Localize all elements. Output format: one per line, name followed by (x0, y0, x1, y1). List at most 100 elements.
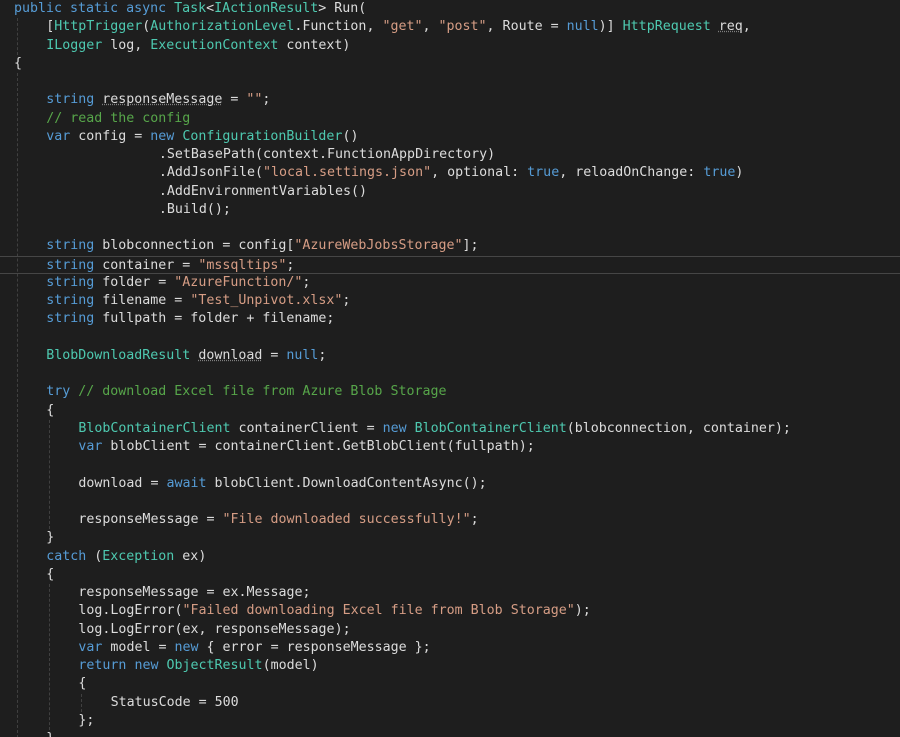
code-token: .Function, (294, 19, 382, 34)
code-token: ex) (174, 549, 206, 564)
keyword-token: null (286, 348, 318, 363)
code-line[interactable]: ILogger log, ExecutionContext context) (46, 37, 350, 55)
code-line[interactable]: responseMessage = ex.Message; (78, 584, 310, 602)
keyword-token: var (78, 439, 102, 454)
code-token: model = (102, 640, 174, 655)
code-token: () (342, 129, 358, 144)
code-line[interactable]: .SetBasePath(context.FunctionAppDirector… (159, 146, 495, 164)
string-token: "" (246, 92, 262, 107)
code-token: = (262, 348, 286, 363)
comment-token: // download Excel file from Azure Blob S… (78, 384, 446, 399)
code-line[interactable]: string fullpath = folder + filename; (46, 310, 334, 328)
code-editor[interactable]: public static async Task<IActionResult> … (0, 0, 900, 737)
code-token: StatusCode = 500 (111, 695, 239, 710)
code-line[interactable]: } (46, 529, 54, 547)
code-line[interactable]: var blobClient = containerClient.GetBlob… (78, 438, 534, 456)
code-line[interactable]: BlobDownloadResult download = null; (46, 347, 326, 365)
code-line[interactable]: .Build(); (159, 201, 231, 219)
keyword-token: string (46, 258, 94, 273)
keyword-token: true (527, 165, 559, 180)
code-token: log.LogError( (78, 603, 182, 618)
type-token: AuthorizationLevel (150, 19, 294, 34)
code-line[interactable]: var model = new { error = responseMessag… (78, 639, 430, 657)
code-line[interactable]: log.LogError("Failed downloading Excel f… (78, 602, 590, 620)
code-line[interactable]: BlobContainerClient containerClient = ne… (78, 420, 791, 438)
code-line[interactable]: }; (78, 712, 94, 730)
string-token: "AzureFunction/" (174, 275, 302, 290)
code-line[interactable]: catch (Exception ex) (46, 548, 206, 566)
code-token: > Run( (318, 1, 366, 16)
type-token: BlobContainerClient (78, 421, 230, 436)
type-token: HttpTrigger (54, 19, 142, 34)
indent-guide (81, 694, 82, 712)
type-token: BlobDownloadResult (46, 348, 190, 363)
indent-guide (17, 73, 18, 737)
keyword-token: var (78, 640, 102, 655)
code-line[interactable]: .AddJsonFile("local.settings.json", opti… (159, 164, 743, 182)
code-token: ; (262, 92, 270, 107)
code-token: blobClient = containerClient.GetBlobClie… (102, 439, 534, 454)
keyword-token: new (150, 129, 174, 144)
code-line[interactable]: [HttpTrigger(AuthorizationLevel.Function… (46, 18, 751, 36)
code-line[interactable]: string responseMessage = ""; (46, 91, 270, 109)
code-line[interactable]: responseMessage = "File downloaded succe… (78, 511, 478, 529)
string-token: "local.settings.json" (263, 165, 431, 180)
indent-guide (49, 584, 50, 730)
code-token: (blobconnection, container); (567, 421, 791, 436)
keyword-token: public static async (14, 1, 174, 16)
code-token: ; (302, 275, 310, 290)
code-line[interactable]: { (14, 55, 22, 73)
code-token: }; (78, 713, 94, 728)
string-token: "Test_Unpivot.xlsx" (190, 293, 342, 308)
code-token: .AddEnvironmentVariables() (159, 184, 367, 199)
keyword-token: string (46, 238, 94, 253)
code-token: , (743, 19, 751, 34)
code-token: blobconnection = config[ (94, 238, 294, 253)
keyword-token: await (166, 476, 206, 491)
code-token: ]; (463, 238, 479, 253)
code-line[interactable]: string blobconnection = config["AzureWeb… (46, 237, 478, 255)
current-code-line[interactable]: string container = "mssqltips"; (0, 256, 900, 274)
type-token: IActionResult (214, 1, 318, 16)
squiggle-token: responseMessage (102, 92, 222, 107)
code-line[interactable]: public static async Task<IActionResult> … (14, 0, 366, 18)
code-line[interactable]: string filename = "Test_Unpivot.xlsx"; (46, 292, 350, 310)
keyword-token: null (567, 19, 599, 34)
code-token: ( (86, 549, 102, 564)
keyword-token: return (78, 658, 126, 673)
code-token: { (46, 567, 54, 582)
code-line[interactable]: // read the config (46, 110, 190, 128)
code-line[interactable]: } (46, 730, 54, 737)
indent-guide (17, 18, 18, 55)
keyword-token: string (46, 311, 94, 326)
keyword-token: true (703, 165, 735, 180)
code-line[interactable]: { (78, 675, 86, 693)
code-token: filename = (94, 293, 190, 308)
code-token: = (222, 92, 246, 107)
code-token: download = (78, 476, 166, 491)
type-token: HttpRequest (623, 19, 711, 34)
code-token: , reloadOnChange: (559, 165, 703, 180)
code-line[interactable]: try // download Excel file from Azure Bl… (46, 383, 446, 401)
code-line[interactable]: log.LogError(ex, responseMessage); (78, 621, 350, 639)
code-token: responseMessage = ex.Message; (78, 585, 310, 600)
code-line[interactable]: { (46, 566, 54, 584)
type-token: ObjectResult (167, 658, 263, 673)
code-token: ) (735, 165, 743, 180)
type-token: Exception (102, 549, 174, 564)
code-line[interactable]: .AddEnvironmentVariables() (159, 183, 367, 201)
code-line[interactable]: var config = new ConfigurationBuilder() (46, 128, 358, 146)
squiggle-token: download (198, 348, 262, 363)
code-token: { error = responseMessage }; (199, 640, 431, 655)
keyword-token: var (46, 129, 70, 144)
string-token: "get" (382, 19, 422, 34)
comment-token: // read the config (46, 111, 190, 126)
code-line[interactable]: { (46, 402, 54, 420)
code-token: ); (575, 603, 591, 618)
code-line[interactable]: string folder = "AzureFunction/"; (46, 274, 310, 292)
code-token: .AddJsonFile( (159, 165, 263, 180)
code-line[interactable]: StatusCode = 500 (111, 694, 239, 712)
code-line[interactable]: download = await blobClient.DownloadCont… (78, 475, 486, 493)
code-line[interactable]: return new ObjectResult(model) (78, 657, 318, 675)
type-token: BlobContainerClient (415, 421, 567, 436)
